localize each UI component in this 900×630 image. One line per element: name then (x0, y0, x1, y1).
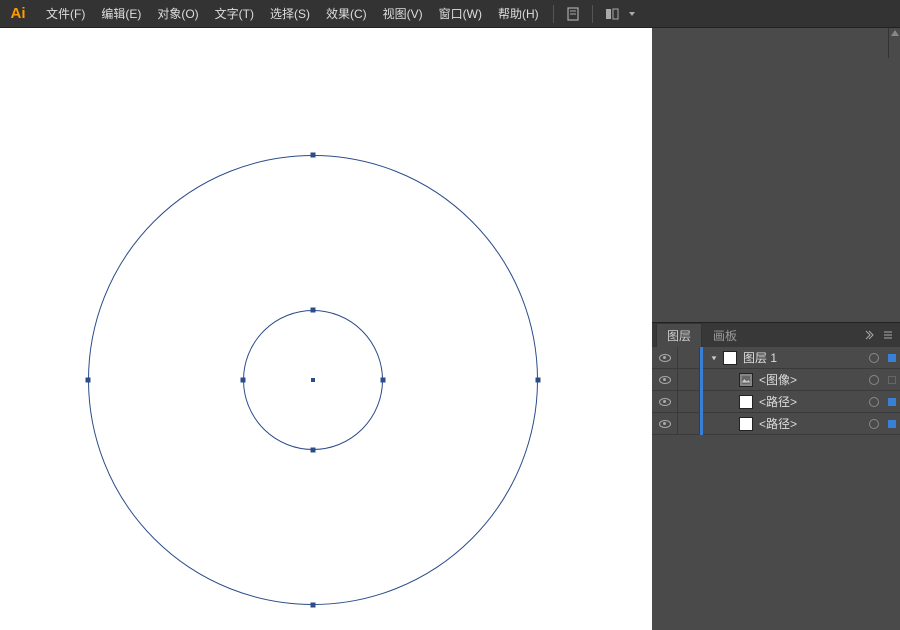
menu-object[interactable]: 对象(O) (149, 0, 206, 28)
eye-icon (659, 376, 671, 384)
anchor-handle[interactable] (311, 448, 316, 453)
layer-color-strip (700, 391, 703, 413)
image-thumbnail-icon (739, 373, 753, 387)
menu-effect[interactable]: 效果(C) (318, 0, 375, 28)
layer-row[interactable]: 图层 1 (652, 347, 900, 369)
layer-row[interactable]: <图像> (652, 369, 900, 391)
eye-icon (659, 398, 671, 406)
eye-icon (659, 354, 671, 362)
target-button[interactable] (864, 369, 884, 391)
layer-color-strip (700, 413, 703, 435)
visibility-toggle[interactable] (652, 369, 678, 391)
path-thumbnail (739, 417, 753, 431)
separator (592, 5, 593, 23)
menu-type[interactable]: 文字(T) (207, 0, 262, 28)
menu-select[interactable]: 选择(S) (262, 0, 318, 28)
dropdown-arrow-icon[interactable] (627, 3, 637, 25)
menu-file[interactable]: 文件(F) (38, 0, 93, 28)
layer-name: <路径> (757, 415, 797, 432)
menu-window[interactable]: 窗口(W) (431, 0, 490, 28)
layers-panel: 图层 画板 (652, 322, 900, 630)
document-setup-icon[interactable] (562, 3, 584, 25)
selection-indicator[interactable] (884, 347, 900, 369)
selection-indicator[interactable] (884, 369, 900, 391)
lock-toggle[interactable] (678, 413, 700, 435)
scrollbar-up-icon[interactable] (888, 28, 900, 58)
visibility-toggle[interactable] (652, 391, 678, 413)
visibility-toggle[interactable] (652, 413, 678, 435)
menu-help[interactable]: 帮助(H) (490, 0, 547, 28)
layer-thumbnail (723, 351, 737, 365)
layer-row[interactable]: <路径> (652, 413, 900, 435)
menubar: Ai 文件(F) 编辑(E) 对象(O) 文字(T) 选择(S) 效果(C) 视… (0, 0, 900, 28)
layer-row[interactable]: <路径> (652, 391, 900, 413)
menu-edit[interactable]: 编辑(E) (93, 0, 149, 28)
anchor-handle[interactable] (86, 378, 91, 383)
target-button[interactable] (864, 413, 884, 435)
lock-toggle[interactable] (678, 369, 700, 391)
anchor-handle[interactable] (381, 378, 386, 383)
selection-indicator[interactable] (884, 413, 900, 435)
layer-list: 图层 1 <图像> (652, 347, 900, 435)
right-panel: 图层 画板 (652, 28, 900, 630)
anchor-handle[interactable] (311, 153, 316, 158)
target-button[interactable] (864, 391, 884, 413)
anchor-handle[interactable] (311, 308, 316, 313)
app-logo-icon: Ai (4, 3, 32, 25)
main-area: 图层 画板 (0, 28, 900, 630)
lock-toggle[interactable] (678, 347, 700, 369)
selection-indicator[interactable] (884, 391, 900, 413)
lock-toggle[interactable] (678, 391, 700, 413)
layer-name: <路径> (757, 393, 797, 410)
panel-dock-empty (652, 28, 900, 322)
anchor-handle[interactable] (241, 378, 246, 383)
separator (553, 5, 554, 23)
panel-tab-bar: 图层 画板 (652, 323, 900, 347)
menu-view[interactable]: 视图(V) (375, 0, 431, 28)
panel-menu-icon[interactable] (880, 327, 896, 343)
eye-icon (659, 420, 671, 428)
layer-color-strip (700, 347, 703, 369)
layer-color-strip (700, 369, 703, 391)
layer-name: 图层 1 (741, 349, 777, 366)
anchor-handle[interactable] (536, 378, 541, 383)
tab-layers[interactable]: 图层 (656, 323, 702, 347)
target-button[interactable] (864, 347, 884, 369)
canvas[interactable] (0, 28, 652, 630)
layer-name: <图像> (757, 371, 797, 388)
tab-artboards[interactable]: 画板 (702, 323, 748, 347)
anchor-handle[interactable] (311, 603, 316, 608)
collapse-icon[interactable] (860, 327, 876, 343)
path-thumbnail (739, 395, 753, 409)
disclosure-triangle-icon[interactable] (709, 353, 719, 363)
center-point (311, 378, 315, 382)
visibility-toggle[interactable] (652, 347, 678, 369)
arrange-documents-icon[interactable] (601, 3, 623, 25)
